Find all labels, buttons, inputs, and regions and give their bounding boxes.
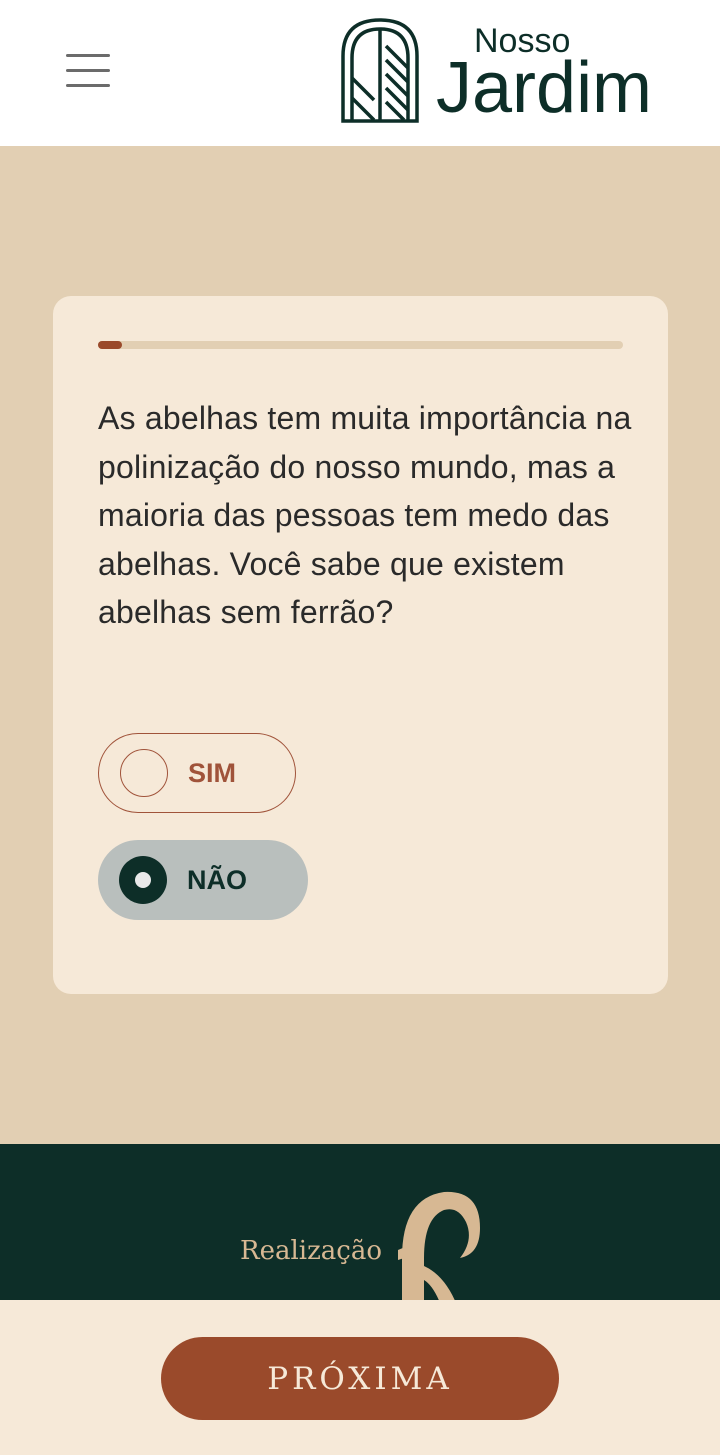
- option-nao[interactable]: NÃO: [98, 840, 308, 920]
- bottom-action-bar: PRÓXIMA: [0, 1300, 720, 1455]
- radio-checked-icon[interactable]: [119, 856, 167, 904]
- sponsor-logo: [398, 1191, 480, 1300]
- question-text: As abelhas tem muita importância na poli…: [98, 400, 632, 630]
- progress-bar: [98, 341, 623, 349]
- progress-fill: [98, 341, 122, 349]
- next-button[interactable]: PRÓXIMA: [161, 1337, 559, 1420]
- svg-text:Jardim: Jardim: [436, 48, 652, 126]
- option-sim[interactable]: SIM: [98, 733, 296, 813]
- option-label: SIM: [188, 757, 237, 788]
- hamburger-menu-icon[interactable]: [60, 50, 116, 90]
- radio-unchecked-icon[interactable]: [120, 749, 168, 797]
- page: Nosso Jardim As abelhas tem muita import…: [0, 0, 720, 1455]
- nosso-jardim-logo: Nosso Jardim: [341, 18, 652, 126]
- app-header: Nosso Jardim: [0, 0, 720, 146]
- option-label: NÃO: [187, 864, 247, 895]
- quiz-card: As abelhas tem muita importância na poli…: [53, 296, 668, 994]
- footer: Realização: [0, 1144, 720, 1300]
- realizacao-label: Realização: [240, 1236, 383, 1266]
